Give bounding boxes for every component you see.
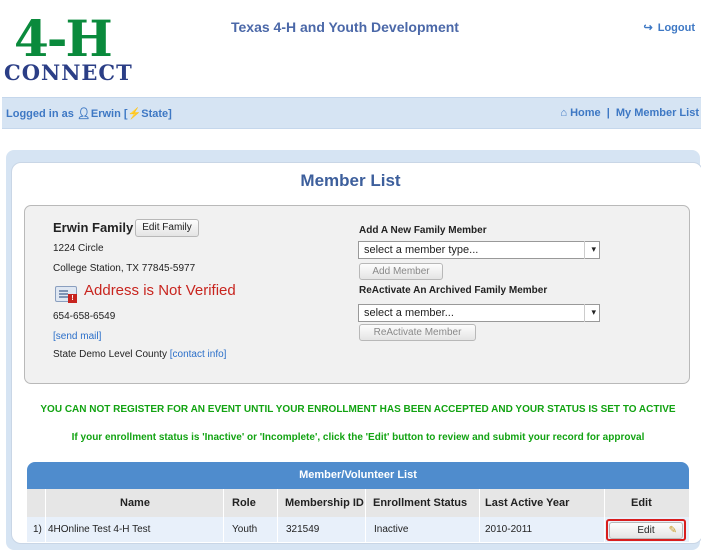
- pencil-icon: ✎: [668, 525, 677, 536]
- registration-notice: YOU CAN NOT REGISTER FOR AN EVENT UNTIL …: [40, 404, 676, 415]
- logged-in-prefix: Logged in as: [6, 108, 74, 120]
- home-icon: ⌂: [560, 107, 568, 119]
- page-header: 4-H CONNECT Texas 4-H and Youth Developm…: [0, 0, 701, 92]
- chevron-down-icon: ▾: [591, 244, 596, 254]
- site-title: Texas 4-H and Youth Development: [231, 19, 459, 35]
- archived-member-select-value: select a member...: [364, 307, 454, 319]
- enrollment-status: Inactive: [374, 524, 409, 535]
- member-type-select-value: select a member type...: [364, 244, 479, 256]
- col-header-name: Name: [120, 497, 150, 509]
- role-tag: [⚡State]: [123, 108, 172, 120]
- col-header-edit: Edit: [631, 497, 652, 509]
- col-header-membership-id: Membership ID: [285, 497, 364, 509]
- family-name: Erwin Family: [53, 220, 134, 235]
- home-link[interactable]: Home: [570, 107, 601, 119]
- send-mail-link[interactable]: [send mail]: [53, 331, 101, 342]
- reactivate-member-button[interactable]: ReActivate Member: [359, 324, 476, 341]
- warning-icon: !: [68, 294, 77, 303]
- member-type-select[interactable]: select a member type... ▾: [358, 241, 600, 259]
- 4h-connect-logo[interactable]: 4-H CONNECT: [4, 8, 132, 90]
- edit-member-label: Edit: [637, 525, 655, 536]
- page-title: Member List: [300, 171, 401, 190]
- logo-connect-text: CONNECT: [4, 60, 133, 85]
- logout-icon: ↪: [643, 22, 653, 34]
- col-header-last-active-year: Last Active Year: [485, 497, 570, 509]
- col-header-role: Role: [232, 497, 256, 509]
- member-role: Youth: [232, 524, 258, 535]
- user-name-link[interactable]: Erwin: [91, 108, 121, 120]
- last-active-year: 2010-2011: [485, 524, 533, 535]
- nav-links: ⌂ Home | My Member List: [560, 107, 699, 119]
- add-member-heading: Add A New Family Member: [359, 225, 487, 236]
- edit-family-button[interactable]: Edit Family: [135, 219, 199, 237]
- logout-link[interactable]: ↪ Logout: [643, 21, 695, 34]
- table-header-row: Name Role Membership ID Enrollment Statu…: [27, 489, 689, 517]
- logo-4h-text: 4-H: [14, 9, 113, 68]
- family-street: 1224 Circle: [53, 243, 104, 254]
- member-volunteer-table: Member/Volunteer List Name Role Membersh…: [27, 462, 689, 542]
- archived-member-select[interactable]: select a member... ▾: [358, 304, 600, 322]
- edit-member-button[interactable]: Edit ✎: [609, 522, 683, 539]
- user-nav-bar: Logged in as 👤︎Erwin [⚡State] ⌂ Home | M…: [2, 97, 701, 129]
- row-index: 1): [33, 524, 42, 535]
- logged-in-info: Logged in as 👤︎Erwin [⚡State]: [6, 107, 172, 120]
- chevron-down-icon: ▾: [591, 307, 596, 317]
- user-icon: 👤︎: [76, 108, 91, 120]
- family-city-state-zip: College Station, TX 77845-5977: [53, 263, 196, 274]
- table-row: 1) 4HOnline Test 4-H Test Youth 321549 I…: [27, 517, 689, 542]
- contact-info-link[interactable]: [contact info]: [170, 349, 227, 360]
- family-county: State Demo Level County [contact info]: [53, 349, 226, 360]
- family-phone: 654-658-6549: [53, 311, 116, 322]
- reactivate-heading: ReActivate An Archived Family Member: [359, 285, 548, 296]
- membership-id: 321549: [286, 524, 320, 535]
- my-member-list-link[interactable]: My Member List: [616, 107, 699, 119]
- member-name: 4HOnline Test 4-H Test: [48, 524, 151, 535]
- nav-separator: |: [606, 107, 610, 119]
- col-header-enrollment-status: Enrollment Status: [373, 497, 468, 509]
- logout-label: Logout: [657, 22, 695, 34]
- enrollment-instructions: If your enrollment status is 'Inactive' …: [71, 432, 645, 443]
- address-warning-text: Address is Not Verified: [84, 282, 236, 299]
- add-member-button[interactable]: Add Member: [359, 263, 443, 280]
- table-title: Member/Volunteer List: [27, 462, 689, 489]
- county-name: State Demo Level County: [53, 349, 167, 360]
